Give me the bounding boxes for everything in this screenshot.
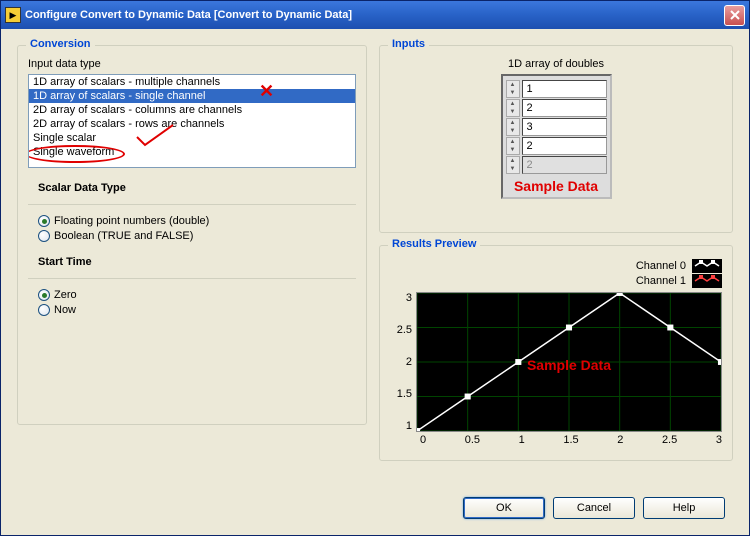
- list-item[interactable]: 2D array of scalars - columns are channe…: [29, 103, 355, 117]
- array-cell[interactable]: 3: [522, 118, 607, 136]
- radio-zero-label: Zero: [54, 289, 77, 301]
- legend-row: Channel 0: [390, 259, 722, 273]
- help-button[interactable]: Help: [643, 497, 725, 519]
- radio-bool[interactable]: [38, 230, 50, 242]
- x-axis: 0 0.5 1 1.5 2 2.5 3: [420, 434, 722, 446]
- scalar-type-group: Scalar Data Type Floating point numbers …: [28, 182, 356, 242]
- array-row: ▲▼ 2: [506, 156, 607, 174]
- spinner[interactable]: ▲▼: [506, 156, 520, 174]
- array-row: ▲▼ 2: [506, 137, 607, 155]
- spin-up-icon[interactable]: ▲: [507, 81, 519, 89]
- array-value: 2: [527, 102, 533, 114]
- dialog-button-row: OK Cancel Help: [17, 493, 733, 519]
- y-tick: 3: [390, 292, 412, 304]
- legend-swatch: [692, 274, 722, 288]
- spin-down-icon[interactable]: ▼: [507, 89, 519, 97]
- divider: [28, 278, 356, 279]
- array-type-label: 1D array of doubles: [390, 58, 722, 70]
- y-tick: 1.5: [390, 388, 412, 400]
- x-tick: 3: [716, 434, 722, 446]
- array-value: 3: [527, 121, 533, 133]
- ok-label: OK: [496, 502, 512, 514]
- chart-plot: Sample Data: [416, 292, 722, 432]
- cancel-button[interactable]: Cancel: [553, 497, 635, 519]
- array-cell[interactable]: 1: [522, 80, 607, 98]
- dialog-window: ▶ Configure Convert to Dynamic Data [Con…: [0, 0, 750, 536]
- app-icon: ▶: [5, 7, 21, 23]
- array-row: ▲▼ 3: [506, 118, 607, 136]
- array-cell[interactable]: 2: [522, 156, 607, 174]
- radio-bool-label: Boolean (TRUE and FALSE): [54, 230, 193, 242]
- divider: [28, 204, 356, 205]
- chart-area: 3 2.5 2 1.5 1: [390, 292, 722, 432]
- conversion-title: Conversion: [26, 38, 95, 50]
- x-tick: 2: [617, 434, 623, 446]
- spin-down-icon[interactable]: ▼: [507, 146, 519, 154]
- spin-down-icon[interactable]: ▼: [507, 165, 519, 173]
- legend-row: Channel 1: [390, 274, 722, 288]
- array-container: ▲▼ 1 ▲▼ 2 ▲▼ 3 ▲▼ 2: [501, 74, 612, 199]
- x-tick: 0.5: [465, 434, 480, 446]
- scalar-type-title: Scalar Data Type: [38, 182, 356, 194]
- array-cell[interactable]: 2: [522, 137, 607, 155]
- array-cell[interactable]: 2: [522, 99, 607, 117]
- start-time-group: Start Time Zero Now: [28, 256, 356, 316]
- legend-swatch: [692, 259, 722, 273]
- array-value: 2: [527, 140, 533, 152]
- radio-float[interactable]: [38, 215, 50, 227]
- cancel-label: Cancel: [577, 502, 611, 514]
- conversion-group: Conversion Input data type 1D array of s…: [17, 45, 367, 425]
- legend-label: Channel 0: [636, 260, 686, 272]
- spin-up-icon[interactable]: ▲: [507, 119, 519, 127]
- close-icon: [730, 10, 740, 20]
- titlebar: ▶ Configure Convert to Dynamic Data [Con…: [1, 1, 749, 29]
- start-time-title: Start Time: [38, 256, 356, 268]
- array-value: 2: [527, 159, 533, 171]
- list-item[interactable]: Single waveform: [29, 145, 355, 159]
- x-tick: 1.5: [563, 434, 578, 446]
- list-item[interactable]: 1D array of scalars - multiple channels: [29, 75, 355, 89]
- results-title: Results Preview: [388, 238, 480, 250]
- spinner[interactable]: ▲▼: [506, 99, 520, 117]
- spin-up-icon[interactable]: ▲: [507, 138, 519, 146]
- x-tick: 2.5: [662, 434, 677, 446]
- sample-data-label: Sample Data: [417, 357, 721, 373]
- spinner[interactable]: ▲▼: [506, 118, 520, 136]
- close-button[interactable]: [724, 5, 745, 26]
- list-item[interactable]: 1D array of scalars - single channel: [29, 89, 355, 103]
- spin-down-icon[interactable]: ▼: [507, 108, 519, 116]
- array-value: 1: [527, 83, 533, 95]
- y-axis: 3 2.5 2 1.5 1: [390, 292, 416, 432]
- spin-up-icon[interactable]: ▲: [507, 157, 519, 165]
- help-label: Help: [673, 502, 696, 514]
- input-type-listbox[interactable]: 1D array of scalars - multiple channels …: [28, 74, 356, 168]
- array-row: ▲▼ 1: [506, 80, 607, 98]
- list-item[interactable]: Single scalar: [29, 131, 355, 145]
- x-tick: 0: [420, 434, 426, 446]
- spin-up-icon[interactable]: ▲: [507, 100, 519, 108]
- radio-zero[interactable]: [38, 289, 50, 301]
- results-group: Results Preview Channel 0 Channel 1: [379, 245, 733, 461]
- spinner[interactable]: ▲▼: [506, 137, 520, 155]
- y-tick: 2.5: [390, 324, 412, 336]
- radio-now[interactable]: [38, 304, 50, 316]
- x-tick: 1: [519, 434, 525, 446]
- array-row: ▲▼ 2: [506, 99, 607, 117]
- spinner[interactable]: ▲▼: [506, 80, 520, 98]
- y-tick: 2: [390, 356, 412, 368]
- input-type-label: Input data type: [28, 58, 356, 70]
- inputs-title: Inputs: [388, 38, 429, 50]
- window-title: Configure Convert to Dynamic Data [Conve…: [25, 9, 724, 21]
- inputs-group: Inputs 1D array of doubles ▲▼ 1 ▲▼ 2 ▲▼: [379, 45, 733, 233]
- sample-data-label: Sample Data: [506, 178, 607, 194]
- chart-legend: Channel 0 Channel 1: [390, 259, 722, 288]
- list-item[interactable]: 2D array of scalars - rows are channels: [29, 117, 355, 131]
- radio-now-label: Now: [54, 304, 76, 316]
- legend-label: Channel 1: [636, 275, 686, 287]
- ok-button[interactable]: OK: [463, 497, 545, 519]
- spin-down-icon[interactable]: ▼: [507, 127, 519, 135]
- y-tick: 1: [390, 420, 412, 432]
- radio-float-label: Floating point numbers (double): [54, 215, 209, 227]
